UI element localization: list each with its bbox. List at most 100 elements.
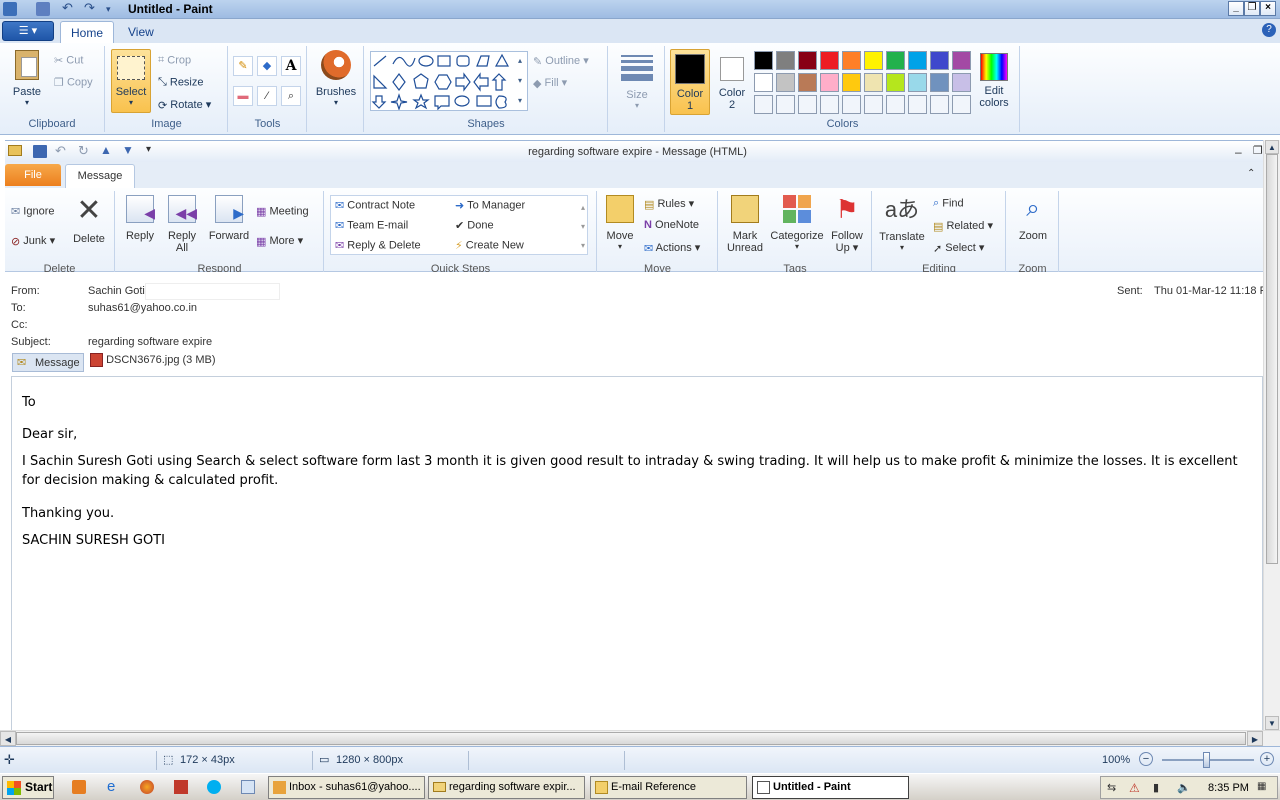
shapes-gallery[interactable]: [370, 51, 528, 111]
filezilla-icon[interactable]: [174, 780, 188, 794]
close-button[interactable]: ×: [1260, 1, 1276, 16]
rules-button[interactable]: ▤ Rules ▾: [644, 197, 694, 211]
zoom-in-icon[interactable]: +: [1260, 752, 1274, 766]
save-icon[interactable]: [36, 2, 50, 16]
zoom-out-icon[interactable]: −: [1139, 752, 1153, 766]
color-swatch[interactable]: [798, 73, 817, 92]
restore-button[interactable]: ❐: [1244, 1, 1260, 16]
color-swatch[interactable]: [798, 51, 817, 70]
color-swatch[interactable]: [886, 95, 905, 114]
quick-step-create-new[interactable]: ⚡ Create New: [455, 239, 524, 252]
tray-network-icon[interactable]: ⇆: [1107, 781, 1121, 795]
quick-step-done[interactable]: ✔ Done: [455, 219, 494, 232]
color-swatch[interactable]: [842, 51, 861, 70]
color-swatch[interactable]: [776, 51, 795, 70]
eraser-icon[interactable]: ▬: [233, 86, 253, 106]
zoom-slider-thumb[interactable]: [1203, 752, 1210, 768]
message-body[interactable]: To Dear sir, I Sachin Suresh Goti using …: [11, 376, 1263, 730]
ignore-button[interactable]: ✉ Ignore: [11, 205, 54, 218]
paint-app-icon[interactable]: [3, 2, 17, 16]
minimize-button[interactable]: _: [1228, 1, 1244, 16]
color-swatch[interactable]: [908, 95, 927, 114]
taskbar-item-email-reference[interactable]: E-mail Reference: [590, 776, 747, 799]
quick-step-contract-note[interactable]: ✉ Contract Note: [335, 199, 415, 212]
brushes-button[interactable]: Brushes ▾: [312, 50, 360, 107]
color-swatch[interactable]: [842, 73, 861, 92]
move-button[interactable]: Move ▾: [602, 195, 638, 251]
color-swatch[interactable]: [864, 95, 883, 114]
onenote-button[interactable]: N OneNote: [644, 219, 699, 231]
translate-button[interactable]: aあ Translate ▾: [875, 195, 929, 252]
forward-button[interactable]: ▶ Forward: [206, 195, 252, 242]
magnifier-icon[interactable]: ⌕: [281, 86, 301, 106]
fill-button[interactable]: ◆ Fill ▾: [533, 76, 567, 90]
tray-battery-icon[interactable]: ▮: [1153, 781, 1167, 795]
tray-security-icon[interactable]: ⚠: [1129, 781, 1143, 795]
message-view-tab[interactable]: ✉ Message: [12, 353, 84, 372]
reply-button[interactable]: ◀ Reply: [120, 195, 160, 242]
color-swatch[interactable]: [842, 95, 861, 114]
color-swatch[interactable]: [820, 95, 839, 114]
find-button[interactable]: ⌕ Find: [933, 197, 964, 210]
tab-file[interactable]: File: [5, 164, 61, 186]
color-picker-icon[interactable]: ⁄: [257, 86, 277, 106]
color-swatch[interactable]: [930, 51, 949, 70]
outline-button[interactable]: ✎ Outline ▾: [533, 54, 589, 68]
size-button[interactable]: Size ▾: [617, 52, 657, 110]
media-player-icon[interactable]: [72, 780, 86, 794]
meeting-button[interactable]: ▦ Meeting: [256, 205, 309, 218]
quick-step-reply-delete[interactable]: ✉ Reply & Delete: [335, 239, 421, 252]
tray-expand-icon[interactable]: ▦: [1257, 781, 1271, 795]
color-swatch[interactable]: [886, 51, 905, 70]
delete-button[interactable]: ✕ Delete: [69, 195, 109, 246]
actions-button[interactable]: ✉ Actions ▾: [644, 241, 700, 255]
ie-icon[interactable]: e: [107, 779, 121, 794]
scroll-down-arrow[interactable]: ▼: [1265, 716, 1279, 730]
follow-up-button[interactable]: ⚑ Follow Up ▾: [827, 195, 867, 254]
ol-minimize-button[interactable]: –: [1235, 145, 1242, 159]
crop-button[interactable]: ⌗ Crop: [158, 54, 191, 67]
pencil-icon[interactable]: ✎: [233, 56, 253, 76]
color-swatch[interactable]: [864, 51, 883, 70]
resize-button[interactable]: ⤡ Resize: [158, 76, 204, 89]
color-swatch[interactable]: [930, 73, 949, 92]
firefox-icon[interactable]: [140, 780, 154, 794]
color-swatch[interactable]: [820, 51, 839, 70]
copy-button[interactable]: ❐ Copy: [54, 76, 93, 89]
color-swatch[interactable]: [754, 73, 773, 92]
color-swatch[interactable]: [908, 51, 927, 70]
start-button[interactable]: Start: [2, 776, 54, 799]
quick-step-to-manager[interactable]: ➜ To Manager: [455, 199, 525, 212]
more-button[interactable]: ▦ More ▾: [256, 234, 303, 248]
help-icon[interactable]: ?: [1262, 23, 1276, 37]
mark-unread-button[interactable]: Mark Unread: [721, 195, 769, 254]
color-swatch[interactable]: [754, 95, 773, 114]
color1-button[interactable]: Color 1: [670, 49, 710, 115]
reply-all-button[interactable]: ◀◀ Reply All: [162, 195, 202, 254]
select-button[interactable]: Select ▾: [111, 49, 151, 113]
edit-colors-button[interactable]: Edit colors: [972, 49, 1016, 109]
scroll-up-arrow[interactable]: ▲: [1265, 140, 1279, 154]
collapse-ribbon-icon[interactable]: ⌃: [1247, 168, 1255, 179]
from-value[interactable]: Sachin Goti: [88, 285, 145, 297]
paste-button[interactable]: Paste ▾: [6, 50, 48, 107]
zoom-button[interactable]: ⌕ Zoom: [1013, 195, 1053, 242]
attachment-item[interactable]: DSCN3676.jpg (3 MB): [90, 353, 216, 367]
redo-icon[interactable]: ↷: [84, 1, 98, 16]
color-swatch[interactable]: [798, 95, 817, 114]
skype-icon[interactable]: [207, 780, 221, 794]
junk-button[interactable]: ⊘ Junk ▾: [11, 234, 55, 248]
color-swatch[interactable]: [930, 95, 949, 114]
scroll-right-arrow[interactable]: ▶: [1247, 731, 1263, 746]
color-swatch[interactable]: [952, 73, 971, 92]
shapes-scroll[interactable]: ▴ ▾ ▾: [515, 51, 525, 111]
quick-steps-scroll[interactable]: ▴ ▾ ▾: [581, 198, 585, 255]
vertical-scroll-thumb[interactable]: [1266, 154, 1278, 564]
tab-message[interactable]: Message: [65, 164, 135, 188]
quick-step-team-email[interactable]: ✉ Team E-mail: [335, 219, 408, 232]
color-swatch[interactable]: [820, 73, 839, 92]
taskbar-item-message[interactable]: regarding software expir...: [428, 776, 585, 799]
ol-select-button[interactable]: ➚ Select ▾: [933, 241, 984, 255]
taskbar-item-inbox[interactable]: Inbox - suhas61@yahoo....: [268, 776, 425, 799]
text-tool-icon[interactable]: A: [281, 56, 301, 76]
